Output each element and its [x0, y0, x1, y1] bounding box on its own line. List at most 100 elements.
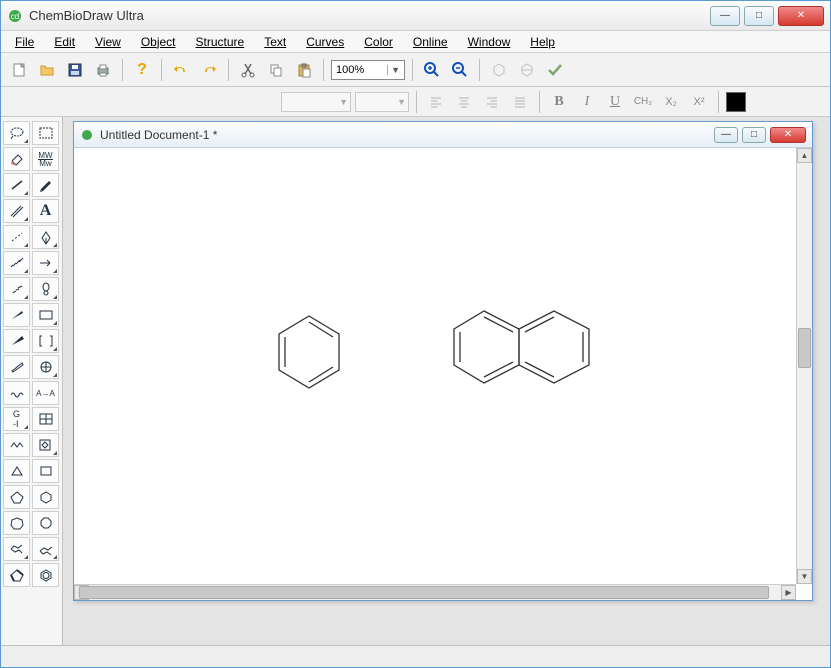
canvas-area: Untitled Document-1 * — □ ✕	[63, 117, 830, 645]
minimize-button[interactable]: —	[710, 6, 740, 26]
menu-file[interactable]: File	[7, 33, 42, 51]
wedge-bond-tool[interactable]	[3, 303, 30, 327]
menubar: File Edit View Object Structure Text Cur…	[1, 31, 830, 53]
menu-window[interactable]: Window	[460, 33, 519, 51]
titlebar: cd ChemBioDraw Ultra — □ ✕	[1, 1, 830, 31]
horizontal-scrollbar[interactable]: ◀ ▶	[74, 584, 796, 600]
italic-button[interactable]: I	[575, 90, 599, 114]
cyclopropane-tool[interactable]	[3, 459, 30, 483]
scroll-up-button[interactable]: ▲	[797, 148, 812, 163]
window-controls: — □ ✕	[706, 6, 824, 26]
doc-close-button[interactable]: ✕	[770, 127, 806, 143]
hollow-wedge-tool[interactable]	[3, 355, 30, 379]
marquee-tool[interactable]	[32, 121, 59, 145]
underline-button[interactable]: U	[603, 90, 627, 114]
undo-icon[interactable]	[169, 58, 193, 82]
open-folder-icon[interactable]	[35, 58, 59, 82]
menu-edit[interactable]: Edit	[46, 33, 83, 51]
doc-minimize-button[interactable]: —	[714, 127, 738, 143]
cycloheptane-tool[interactable]	[3, 511, 30, 535]
rectangle-tool[interactable]	[32, 303, 59, 327]
pen-tool[interactable]	[32, 173, 59, 197]
orbital-tool[interactable]	[32, 277, 59, 301]
fraction-tool[interactable]: MWMw	[32, 147, 59, 171]
bold-button[interactable]: B	[547, 90, 571, 114]
analyze-icon[interactable]	[515, 58, 539, 82]
naphthalene-structure[interactable]	[444, 303, 604, 393]
table-tool[interactable]	[32, 407, 59, 431]
subscript-button[interactable]: X₂	[659, 90, 683, 114]
help-icon[interactable]: ?	[130, 58, 154, 82]
lasso-tool[interactable]	[3, 121, 30, 145]
nib-pen-tool[interactable]	[32, 225, 59, 249]
chair-alt-tool[interactable]	[32, 537, 59, 561]
align-left-icon[interactable]	[424, 90, 448, 114]
paste-icon[interactable]	[292, 58, 316, 82]
chemical-symbol-tool[interactable]	[32, 355, 59, 379]
scroll-down-button[interactable]: ▼	[797, 569, 812, 584]
zoom-combo[interactable]: 100%▼	[331, 60, 405, 80]
vertical-scrollbar[interactable]: ▲ ▼	[796, 148, 812, 584]
eraser-tool[interactable]	[3, 147, 30, 171]
menu-online[interactable]: Online	[405, 33, 456, 51]
font-family-combo[interactable]: ▼	[281, 92, 351, 112]
save-icon[interactable]	[63, 58, 87, 82]
cyclohexane-tool[interactable]	[32, 485, 59, 509]
formula-button[interactable]: CH₂	[631, 90, 655, 114]
copy-icon[interactable]	[264, 58, 288, 82]
new-file-icon[interactable]	[7, 58, 31, 82]
hash-bond-tool[interactable]	[3, 251, 30, 275]
align-center-icon[interactable]	[452, 90, 476, 114]
arrow-tool[interactable]	[32, 251, 59, 275]
chair-tool[interactable]	[3, 537, 30, 561]
menu-text[interactable]: Text	[256, 33, 294, 51]
horizontal-scroll-thumb[interactable]	[79, 586, 769, 599]
menu-help[interactable]: Help	[522, 33, 563, 51]
dashed-bond-tool[interactable]	[3, 225, 30, 249]
app-title: ChemBioDraw Ultra	[29, 8, 144, 23]
document-title: Untitled Document-1 *	[100, 128, 217, 142]
align-right-icon[interactable]	[480, 90, 504, 114]
doc-maximize-button[interactable]: □	[742, 127, 766, 143]
zoom-out-icon[interactable]	[448, 58, 472, 82]
check-icon[interactable]	[543, 58, 567, 82]
menu-color[interactable]: Color	[356, 33, 401, 51]
cyclobutane-tool[interactable]	[32, 459, 59, 483]
bracket-tool[interactable]	[32, 329, 59, 353]
align-justify-icon[interactable]	[508, 90, 532, 114]
wedge-hash-tool[interactable]	[3, 277, 30, 301]
color-swatch[interactable]	[726, 92, 746, 112]
wavy-bond-tool[interactable]	[3, 381, 30, 405]
clean-structure-icon[interactable]	[487, 58, 511, 82]
cyclooctane-tool[interactable]	[32, 511, 59, 535]
template-tool[interactable]	[32, 433, 59, 457]
superscript-button[interactable]: X²	[687, 90, 711, 114]
vertical-scroll-thumb[interactable]	[798, 328, 811, 368]
drawing-canvas[interactable]	[74, 148, 812, 600]
redo-icon[interactable]	[197, 58, 221, 82]
maximize-button[interactable]: □	[744, 6, 774, 26]
text-tool[interactable]: A	[32, 199, 59, 223]
font-size-combo[interactable]: ▼	[355, 92, 409, 112]
menu-structure[interactable]: Structure	[188, 33, 253, 51]
zoom-in-icon[interactable]	[420, 58, 444, 82]
close-button[interactable]: ✕	[778, 6, 824, 26]
chain-tool[interactable]	[3, 433, 30, 457]
cut-icon[interactable]	[236, 58, 260, 82]
cyclopentane-tool[interactable]	[3, 485, 30, 509]
atom-reaction-tool[interactable]: A→A	[32, 381, 59, 405]
menu-object[interactable]: Object	[133, 33, 184, 51]
document-titlebar[interactable]: Untitled Document-1 * — □ ✕	[74, 122, 812, 148]
menu-view[interactable]: View	[87, 33, 129, 51]
menu-curves[interactable]: Curves	[298, 33, 352, 51]
scroll-right-button[interactable]: ▶	[781, 585, 796, 600]
query-tool[interactable]: G-I	[3, 407, 30, 431]
multi-bond-tool[interactable]	[3, 199, 30, 223]
statusbar	[1, 645, 830, 667]
cyclopentadiene-tool[interactable]	[3, 563, 30, 587]
print-icon[interactable]	[91, 58, 115, 82]
bold-wedge-tool[interactable]	[3, 329, 30, 353]
benzene-tool[interactable]	[32, 563, 59, 587]
solid-bond-tool[interactable]	[3, 173, 30, 197]
benzene-structure[interactable]	[269, 308, 349, 398]
